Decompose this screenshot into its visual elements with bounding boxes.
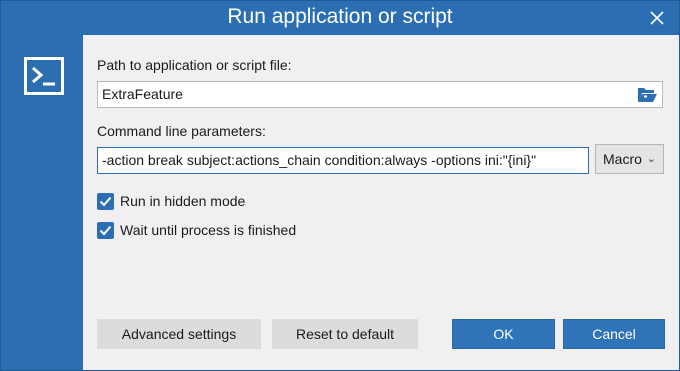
run-application-dialog: Run application or script Path to applic… [0,0,680,371]
reset-default-button[interactable]: Reset to default [272,319,418,349]
params-input[interactable]: -action break subject:actions_chain cond… [97,147,589,174]
macro-label: Macro [603,151,642,167]
hidden-mode-label[interactable]: Run in hidden mode [120,193,245,209]
close-icon [650,11,664,25]
params-label: Command line parameters: [97,123,266,139]
sidebar-panel [1,35,83,370]
hidden-mode-checkbox[interactable] [97,193,114,210]
macro-dropdown[interactable]: Macro ⌄ [595,144,664,174]
checkmark-icon [99,225,112,236]
path-input[interactable]: ExtraFeature [97,81,663,108]
wait-finish-checkbox[interactable] [97,222,114,239]
terminal-icon [24,57,64,95]
title-bar[interactable]: Run application or script [1,1,679,35]
path-value: ExtraFeature [102,86,183,102]
folder-open-icon[interactable] [636,85,658,104]
chevron-down-icon: ⌄ [646,153,656,165]
dialog-title: Run application or script [227,5,453,28]
cancel-button[interactable]: Cancel [563,319,665,349]
close-button[interactable] [643,4,671,32]
ok-button[interactable]: OK [452,319,555,349]
wait-finish-label[interactable]: Wait until process is finished [120,222,296,238]
advanced-settings-button[interactable]: Advanced settings [97,319,261,349]
path-label: Path to application or script file: [97,57,292,73]
dialog-content: Path to application or script file: Extr… [83,35,679,370]
checkmark-icon [99,196,112,207]
